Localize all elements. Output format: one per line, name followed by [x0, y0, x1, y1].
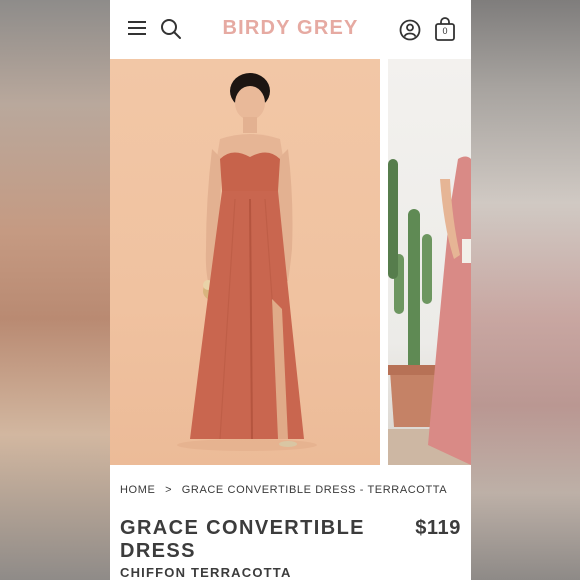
blurred-background-left [0, 0, 110, 580]
breadcrumb-current: GRACE CONVERTIBLE DRESS - TERRACOTTA [181, 484, 448, 496]
product-image-next[interactable] [388, 59, 471, 465]
blurred-background-right [471, 0, 580, 580]
mobile-screen: BIRDY GREY 0 HOME > GRACE CONVERTIBLE DR… [110, 0, 471, 580]
model-with-cactus-image [388, 156, 471, 465]
bag-icon[interactable]: 0 [433, 16, 457, 42]
account-icon[interactable] [399, 19, 421, 41]
breadcrumb-home-link[interactable]: HOME [120, 484, 155, 496]
model-in-dress-image [177, 73, 317, 451]
breadcrumb: HOME > GRACE CONVERTIBLE DRESS - TERRACO… [120, 484, 453, 496]
product-price: $119 [415, 517, 461, 539]
product-image-carousel[interactable] [110, 59, 471, 465]
product-image-main[interactable] [110, 59, 380, 465]
site-header: BIRDY GREY 0 [110, 0, 471, 59]
product-fabric-color: CHIFFON TERRACOTTA [120, 565, 292, 580]
product-title: GRACE CONVERTIBLE DRESS [120, 517, 365, 562]
breadcrumb-separator: > [165, 484, 173, 496]
cart-count: 0 [442, 26, 448, 36]
